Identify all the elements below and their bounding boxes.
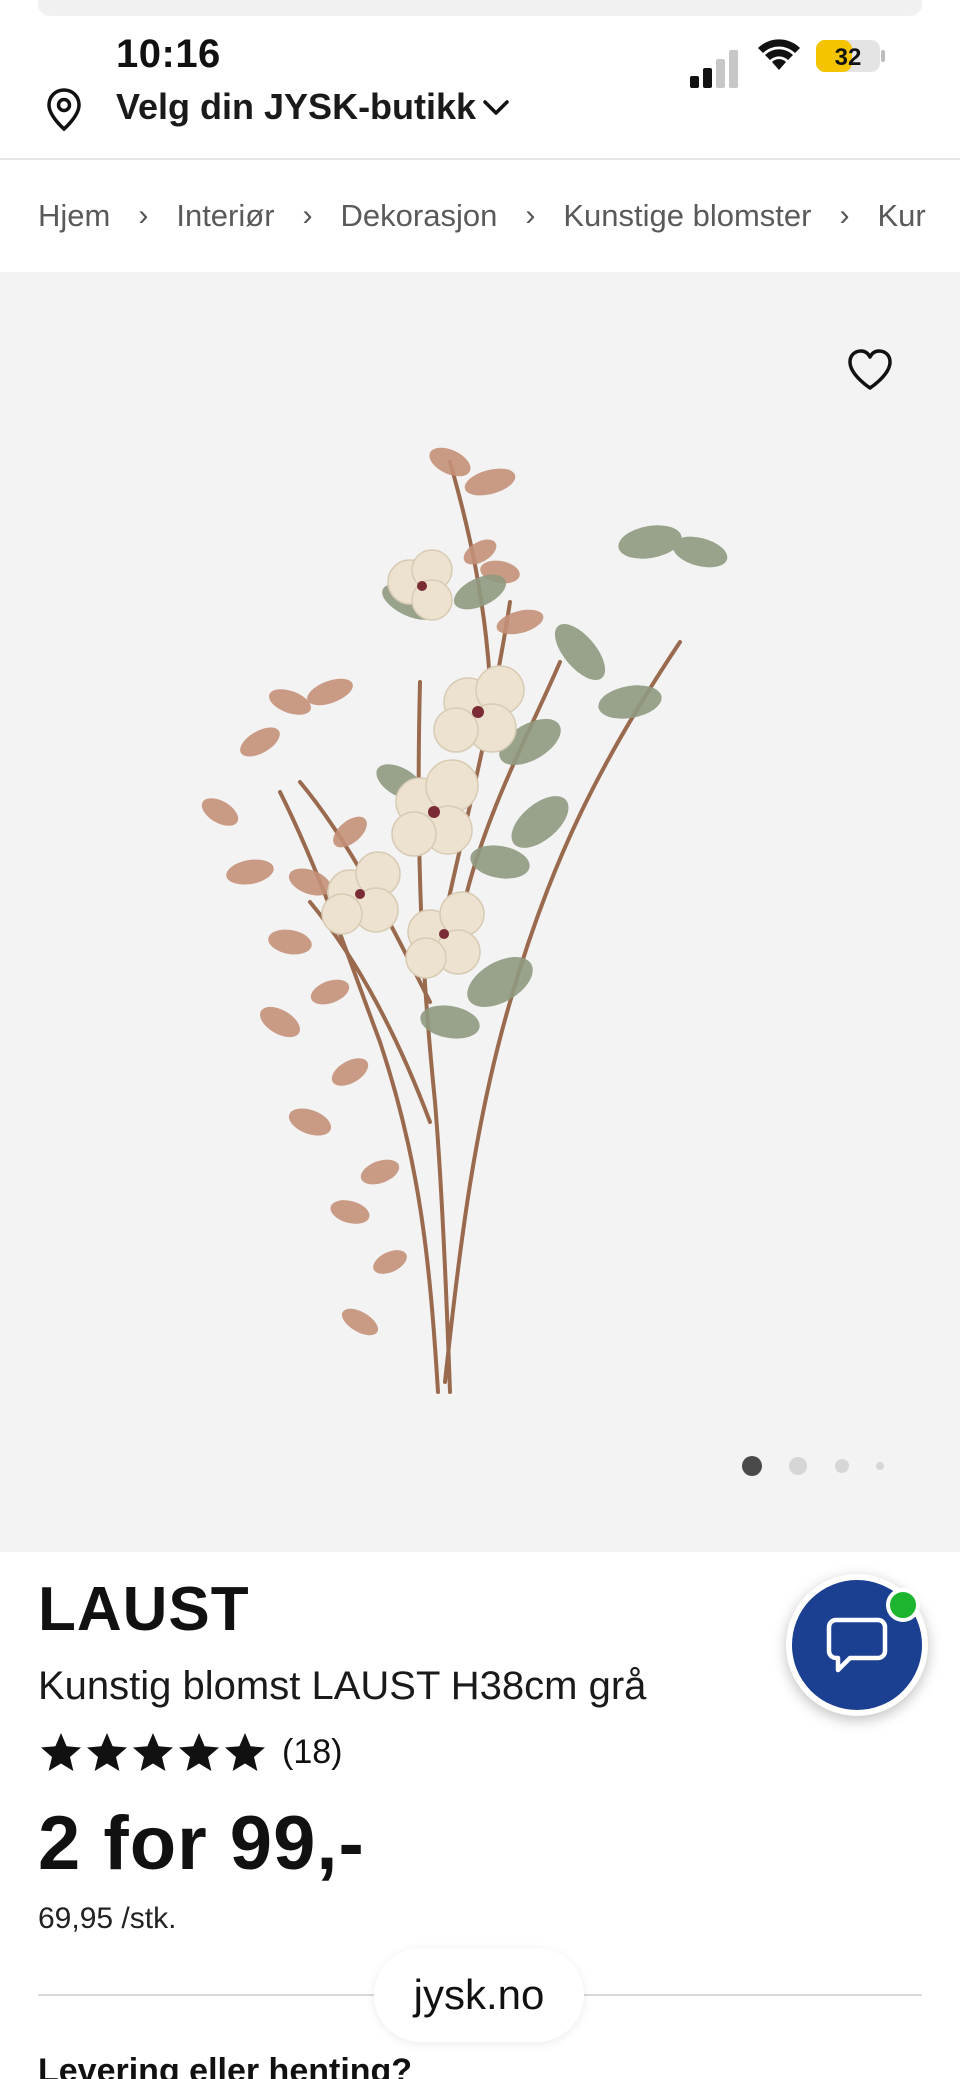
pagination-dot[interactable] — [835, 1459, 849, 1473]
star-icon — [41, 1733, 81, 1771]
pagination-dot[interactable] — [876, 1462, 884, 1470]
star-icon — [133, 1733, 173, 1771]
chat-bubble-icon — [826, 1617, 888, 1673]
favorite-heart-icon[interactable] — [846, 348, 894, 392]
star-icon — [179, 1733, 219, 1771]
pagination-dot[interactable] — [789, 1457, 807, 1475]
store-selector[interactable]: Velg din JYSK-butikk — [0, 78, 960, 158]
breadcrumb-item-hjem[interactable]: Hjem — [38, 198, 110, 234]
product-price: 2 for 99,- — [38, 1801, 365, 1886]
location-pin-icon — [47, 88, 81, 132]
online-status-indicator — [886, 1588, 920, 1622]
star-icon — [225, 1733, 265, 1771]
battery-level: 32 — [835, 44, 862, 71]
browser-url-pill[interactable]: jysk.no — [374, 1948, 584, 2042]
delivery-heading: Levering eller henting? — [38, 2052, 413, 2079]
product-image-flower — [201, 447, 728, 1394]
chevron-right-icon: › — [839, 199, 850, 232]
chevron-right-icon: › — [138, 199, 149, 232]
review-count[interactable]: (18) — [282, 1733, 342, 1772]
chevron-right-icon: › — [525, 199, 536, 232]
breadcrumb-item-kunstige-blomster[interactable]: Kunstige blomster — [563, 198, 811, 234]
product-image-gallery[interactable] — [0, 272, 960, 1552]
gallery-pagination[interactable] — [740, 1452, 890, 1482]
unit-price: 69,95 /stk. — [38, 1902, 177, 1935]
product-description: Kunstig blomst LAUST H38cm grå — [38, 1664, 647, 1708]
chevron-down-icon — [483, 100, 509, 115]
product-rating[interactable]: (18) — [38, 1730, 342, 1774]
status-time: 10:16 — [116, 32, 221, 76]
pagination-dot-active[interactable] — [742, 1456, 762, 1476]
top-handle — [38, 0, 922, 16]
breadcrumb-item-interior[interactable]: Interiør — [176, 198, 274, 234]
product-title: LAUST — [38, 1575, 250, 1644]
breadcrumb-item-dekorasjon[interactable]: Dekorasjon — [341, 198, 498, 234]
wifi-icon — [758, 39, 800, 70]
store-selector-label: Velg din JYSK-butikk — [116, 86, 477, 127]
breadcrumb: Hjem › Interiør › Dekorasjon › Kunstige … — [0, 160, 960, 272]
chevron-right-icon: › — [302, 199, 313, 232]
star-icon — [87, 1733, 127, 1771]
battery-icon: 32 — [816, 40, 885, 72]
breadcrumb-item-truncated[interactable]: Kur — [877, 198, 925, 234]
